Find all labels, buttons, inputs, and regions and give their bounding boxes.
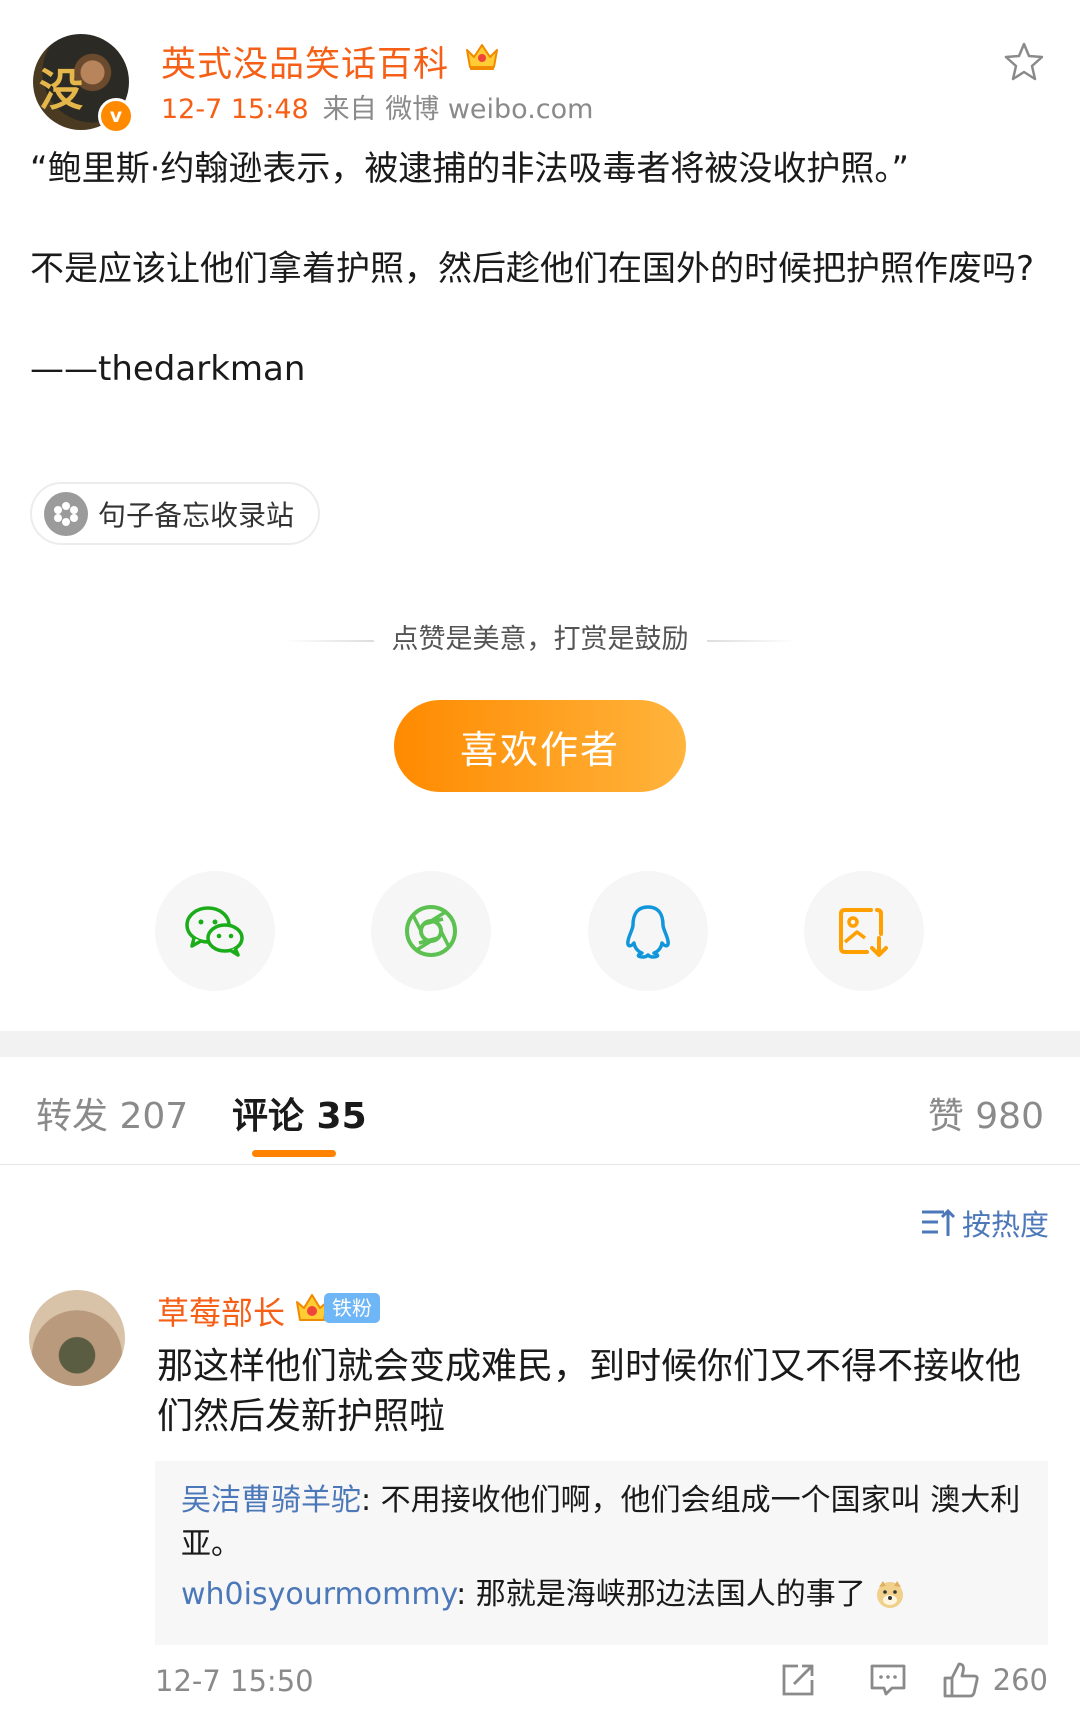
comment-like-button[interactable]: 260 — [941, 1658, 1048, 1702]
commenter-name[interactable]: 草莓部长 — [157, 1288, 285, 1334]
topic-chip-label: 句子备忘收录站 — [98, 498, 295, 532]
author-name[interactable]: 英式没品笑话百科 — [161, 36, 449, 87]
post-body: “鲍里斯·约翰逊表示，被逮捕的非法吸毒者将被没收护照。” 不是应该让他们拿着护照… — [30, 144, 1040, 394]
save-image-button[interactable] — [804, 871, 924, 991]
reply-text: 那就是海峡那边法国人的事了 — [475, 1577, 866, 1612]
tab-likes[interactable]: 赞 980 — [928, 1087, 1044, 1139]
comment-bubble-icon — [870, 1664, 906, 1696]
reply-user[interactable]: wh0isyourmommy — [181, 1577, 456, 1612]
favorite-star-icon[interactable] — [1002, 40, 1046, 84]
sort-label: 按热度 — [961, 1208, 1049, 1242]
save-image-icon — [839, 908, 888, 957]
crown-icon — [466, 44, 498, 70]
topic-chip[interactable]: 句子备忘收录站 — [30, 482, 321, 545]
thumbs-up-icon — [943, 1662, 979, 1698]
post-time: 12-7 15:48 — [161, 94, 309, 125]
post-header: 没 v 英式没品笑话百科 12-7 15:48 来自 微博 weibo.com — [30, 32, 1050, 134]
comment-text: 那这样他们就会变成难民，到时候你们又不得不接收他们然后发新护照啦 — [157, 1346, 1022, 1437]
wechat-icon — [185, 906, 244, 957]
qq-icon — [626, 905, 670, 959]
reward-tip-text: 点赞是美意，打赏是鼓励 — [391, 624, 689, 655]
fan-badge-label: 铁粉 — [324, 1293, 380, 1323]
verified-badge: v — [98, 98, 134, 134]
post-paragraph: “鲍里斯·约翰逊表示，被逮捕的非法吸毒者将被没收护照。” — [30, 149, 910, 189]
reply-user[interactable]: 吴洁曹骑羊驼 — [181, 1483, 361, 1518]
section-divider — [0, 1031, 1080, 1057]
reply-separator: : — [456, 1577, 476, 1612]
comment-repost-button[interactable] — [778, 1658, 818, 1702]
topic-flower-icon — [44, 491, 88, 536]
comment-time: 12-7 15:50 — [155, 1664, 314, 1698]
divider-line — [706, 639, 797, 642]
comment-like-count: 260 — [992, 1663, 1048, 1697]
doge-emoji-icon — [877, 1581, 904, 1608]
share-moments-button[interactable] — [371, 871, 491, 991]
tab-comments[interactable]: 评论 35 — [232, 1087, 367, 1139]
commenter-avatar[interactable] — [29, 1290, 125, 1386]
sort-icon — [921, 1208, 956, 1236]
tab-bar: 转发 207 评论 35 赞 980 — [0, 1057, 1080, 1165]
tab-repost[interactable]: 转发 207 — [36, 1087, 188, 1139]
moments-icon — [405, 905, 457, 957]
divider-line — [283, 639, 374, 642]
like-author-button[interactable]: 喜欢作者 — [394, 700, 686, 792]
avatar-text: 没 — [39, 65, 83, 116]
post-paragraph: 不是应该让他们拿着护照，然后趁他们在国外的时候把护照作废吗? — [30, 249, 1035, 289]
reply-item: wh0isyourmommy: 那就是海峡那边法国人的事了 — [181, 1573, 1022, 1617]
sort-toggle[interactable]: 按热度 — [920, 1202, 1049, 1244]
comment-footer: 12-7 15:50 260 — [155, 1658, 1048, 1708]
share-qq-button[interactable] — [588, 871, 708, 991]
repost-icon — [782, 1664, 814, 1696]
reply-separator: : — [361, 1483, 381, 1518]
share-wechat-button[interactable] — [155, 871, 275, 991]
reward-tip: 点赞是美意，打赏是鼓励 — [0, 617, 1080, 656]
reply-item: 吴洁曹骑羊驼: 不用接收他们啊，他们会组成一个国家叫 澳大利亚。 — [181, 1479, 1022, 1567]
reply-box[interactable]: 吴洁曹骑羊驼: 不用接收他们啊，他们会组成一个国家叫 澳大利亚。 wh0isyo… — [155, 1461, 1048, 1645]
share-row — [0, 871, 1080, 991]
comment-reply-button[interactable] — [868, 1658, 908, 1702]
post-signature: ——thedarkman — [30, 349, 306, 389]
fan-badge: 铁粉 — [294, 1290, 380, 1326]
active-tab-indicator — [252, 1150, 336, 1157]
post-source: 来自 微博 weibo.com — [322, 94, 594, 125]
post-meta: 12-7 15:48 来自 微博 weibo.com — [161, 87, 593, 126]
